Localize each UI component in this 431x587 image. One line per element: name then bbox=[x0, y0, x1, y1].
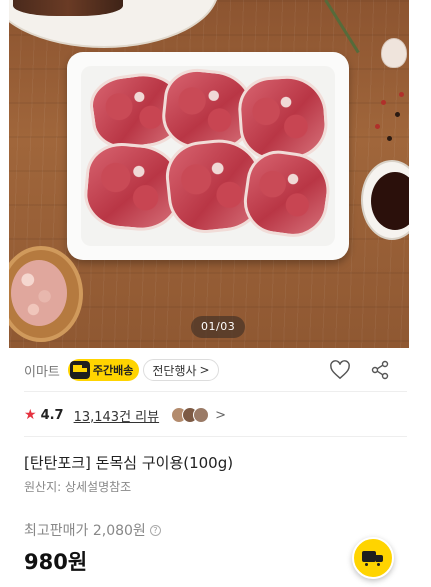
help-icon[interactable]: ? bbox=[149, 524, 161, 536]
share-icon bbox=[371, 360, 389, 380]
pork-slice bbox=[239, 146, 335, 242]
tray-inner bbox=[81, 66, 335, 246]
delivery-truck-icon bbox=[362, 549, 384, 567]
max-price-row: 최고판매가 2,080원 ? bbox=[24, 520, 161, 540]
avatar bbox=[193, 407, 210, 423]
garlic bbox=[381, 38, 407, 68]
event-chip-label: 전단행사 bbox=[152, 363, 197, 378]
peppercorn bbox=[387, 136, 392, 141]
rating-row[interactable]: ★ 4.7 13,143건 리뷰 > bbox=[24, 404, 226, 426]
chevron-right-icon: > bbox=[215, 407, 226, 423]
max-price: 최고판매가 2,080원 bbox=[24, 523, 146, 539]
star-icon: ★ bbox=[24, 407, 37, 423]
product-image[interactable]: 01/03 bbox=[9, 0, 409, 348]
meat-tray bbox=[67, 52, 349, 260]
image-counter: 01/03 bbox=[191, 316, 246, 338]
sauce bbox=[371, 172, 409, 230]
chevron-right-icon: > bbox=[199, 363, 210, 377]
truck-icon bbox=[69, 361, 90, 379]
share-button[interactable] bbox=[366, 356, 394, 384]
wishlist-button[interactable] bbox=[326, 356, 354, 384]
origin-info: 원산지: 상세설명참조 bbox=[24, 480, 132, 494]
sale-price: 980원 bbox=[24, 550, 88, 574]
event-chip[interactable]: 전단행사 > bbox=[143, 359, 219, 381]
divider bbox=[24, 391, 407, 392]
rating-score: 4.7 bbox=[40, 407, 64, 423]
divider bbox=[24, 436, 407, 437]
peppercorn bbox=[399, 92, 404, 97]
heart-icon bbox=[330, 360, 350, 380]
reviewer-avatars bbox=[171, 407, 210, 423]
pork-slice bbox=[236, 73, 330, 163]
delivery-floating-button[interactable] bbox=[352, 537, 394, 579]
grilled-meat bbox=[13, 0, 123, 16]
pink-salt bbox=[11, 260, 67, 326]
rosemary bbox=[324, 0, 360, 54]
delivery-badge-label: 주간배송 bbox=[92, 364, 134, 377]
plate bbox=[9, 0, 219, 48]
product-title: [탄탄포크] 돈목심 구이용(100g) bbox=[24, 454, 234, 472]
peppercorn bbox=[375, 124, 380, 129]
peppercorn bbox=[395, 112, 400, 117]
brand-row: 이마트 주간배송 전단행사 > bbox=[24, 356, 396, 384]
brand-name[interactable]: 이마트 bbox=[24, 361, 60, 380]
delivery-badge: 주간배송 bbox=[67, 359, 140, 381]
review-count-link[interactable]: 13,143건 리뷰 bbox=[74, 406, 160, 425]
peppercorn bbox=[381, 100, 386, 105]
salt-bowl bbox=[9, 246, 83, 342]
sauce-bowl bbox=[361, 160, 409, 240]
